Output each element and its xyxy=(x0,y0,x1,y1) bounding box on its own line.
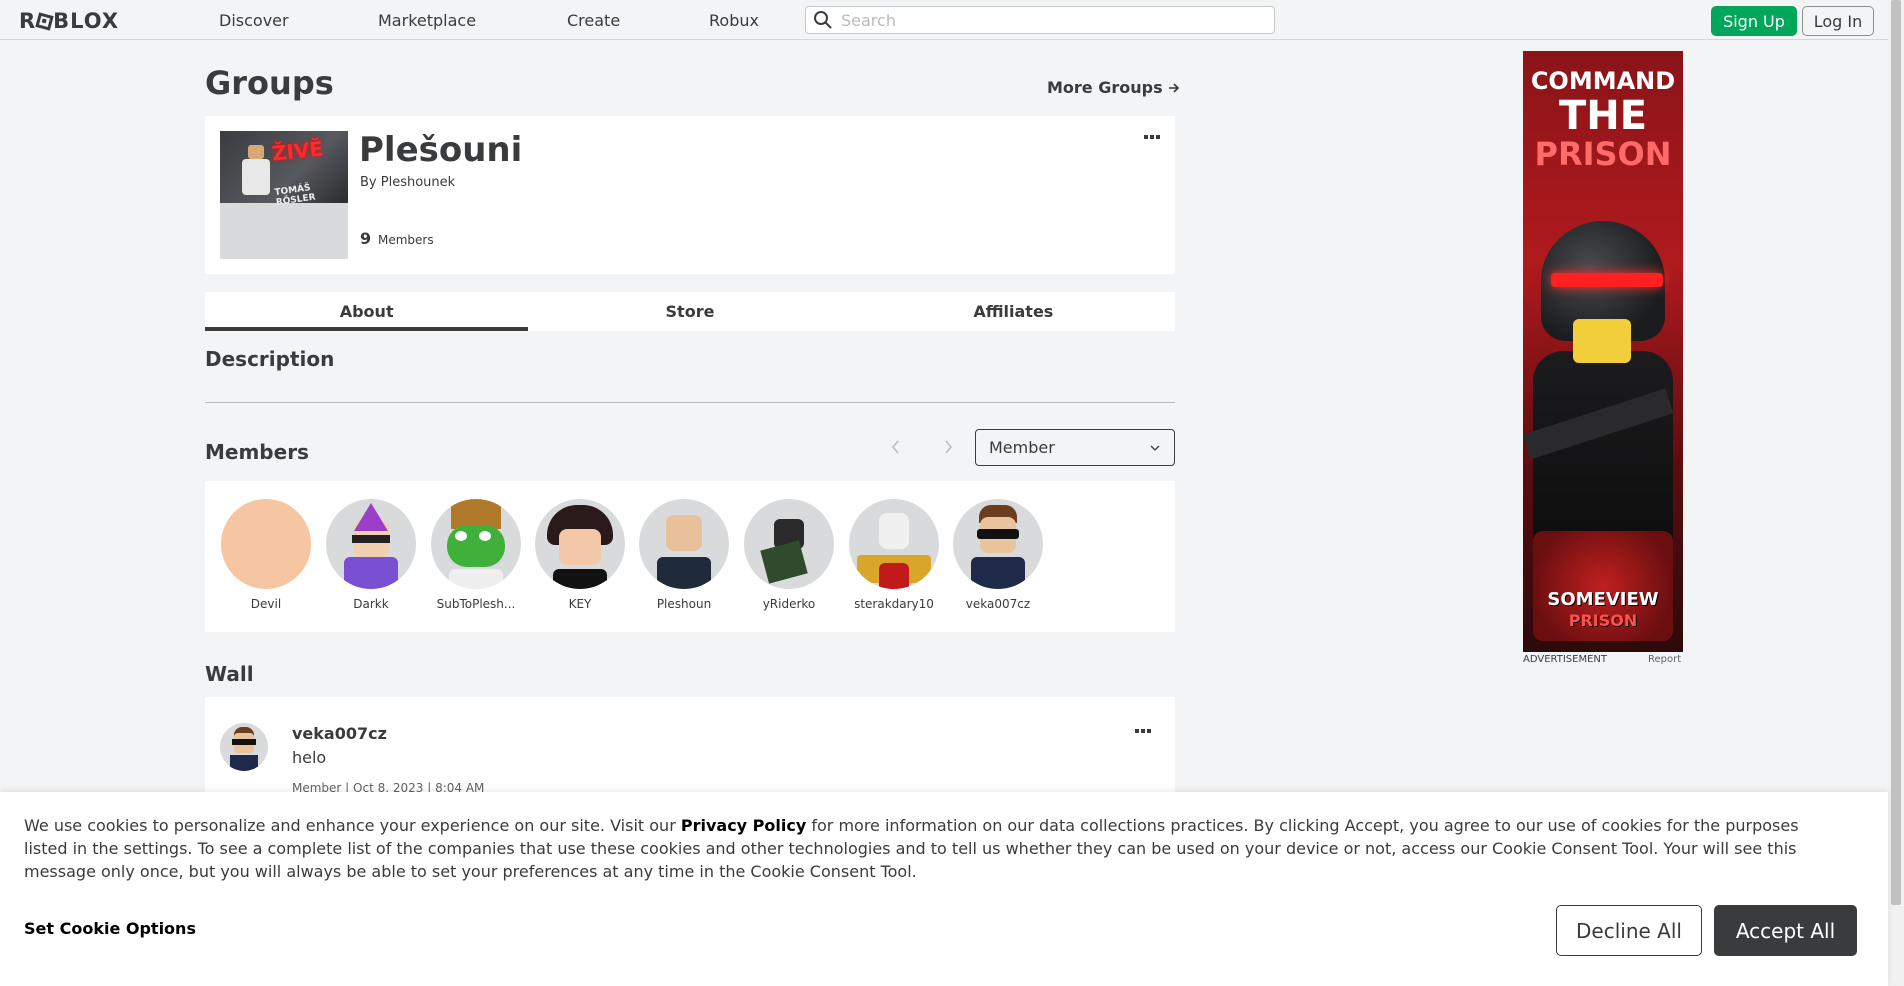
wall-post: veka007cz helo Member | Oct 8, 2023 | 8:… xyxy=(205,697,1175,797)
member-name: Darkk xyxy=(353,597,389,611)
page-scrollbar[interactable] xyxy=(1888,0,1904,986)
member-role-dropdown[interactable]: Member xyxy=(975,429,1175,466)
emblem-figure xyxy=(242,145,270,195)
member-name: Devil xyxy=(250,597,282,611)
more-groups-label: More Groups xyxy=(1047,78,1163,97)
members-title: Members xyxy=(205,440,309,464)
avatar-subtoplesh-icon xyxy=(431,499,521,589)
nav-robux[interactable]: Robux xyxy=(709,11,759,30)
roblox-logo[interactable]: R BLOX xyxy=(19,9,119,33)
ad-character-face xyxy=(1573,319,1631,363)
avatar-pleshoun-icon xyxy=(639,499,729,589)
sign-up-button[interactable]: Sign Up xyxy=(1711,6,1797,36)
ad-game-logo: SOMEVIEW PRISON xyxy=(1533,531,1673,641)
log-in-button[interactable]: Log In xyxy=(1802,6,1874,36)
member-item[interactable]: Darkk xyxy=(323,499,419,611)
avatar-darkk-icon xyxy=(326,499,416,589)
tab-affiliates[interactable]: Affiliates xyxy=(852,292,1175,331)
group-owner-line: By Pleshounek xyxy=(360,175,455,190)
member-name: sterakdary10 xyxy=(854,597,934,611)
group-more-options-icon[interactable] xyxy=(1142,133,1162,141)
decline-all-button[interactable]: Decline All xyxy=(1556,905,1702,956)
wall-title: Wall xyxy=(205,662,254,686)
member-name: veka007cz xyxy=(965,597,1031,611)
more-groups-link[interactable]: More Groups xyxy=(1047,78,1180,97)
group-member-count: 9 Members xyxy=(360,229,434,248)
nav-marketplace[interactable]: Marketplace xyxy=(378,11,476,30)
avatar-devil-icon xyxy=(221,499,311,589)
cookie-consent-text: We use cookies to personalize and enhanc… xyxy=(24,814,1844,883)
group-name: Plešouni xyxy=(359,130,523,170)
group-by-label: By xyxy=(360,175,377,190)
role-selected-value: Member xyxy=(989,438,1055,457)
members-list: Devil Darkk SubToPlesh... KEY Pleshoun y… xyxy=(205,481,1175,632)
chevron-down-icon xyxy=(1150,445,1160,451)
page-title: Groups xyxy=(205,64,334,102)
member-name: yRiderko xyxy=(762,597,816,611)
top-navigation-bar: R BLOX Discover Marketplace Create Robux … xyxy=(0,0,1888,40)
group-header-card: ŽIVĚ TOMÁŠ RÖSLER Plešouni By Pleshounek… xyxy=(205,116,1175,274)
members-next-page-icon[interactable] xyxy=(938,437,958,457)
wall-post-more-options-icon[interactable] xyxy=(1133,727,1153,735)
search-box xyxy=(805,6,1275,34)
ad-headline-3: PRISON xyxy=(1534,135,1672,173)
member-name: SubToPlesh... xyxy=(436,597,516,611)
member-item[interactable]: Pleshoun xyxy=(636,499,732,611)
wall-post-text: helo xyxy=(292,748,327,767)
nav-create[interactable]: Create xyxy=(567,11,620,30)
accept-all-button[interactable]: Accept All xyxy=(1714,905,1857,956)
group-emblem: ŽIVĚ TOMÁŠ RÖSLER xyxy=(220,131,348,259)
avatar-key-icon xyxy=(535,499,625,589)
search-input[interactable] xyxy=(841,10,1261,30)
group-tabs: About Store Affiliates xyxy=(205,292,1175,331)
member-item[interactable]: KEY xyxy=(532,499,628,611)
privacy-policy-link[interactable]: Privacy Policy xyxy=(681,816,806,835)
cookie-consent-banner: We use cookies to personalize and enhanc… xyxy=(0,792,1888,986)
member-count-value: 9 xyxy=(360,229,372,248)
avatar-sterakdary10-icon xyxy=(849,499,939,589)
avatar-veka007cz-icon xyxy=(953,499,1043,589)
member-item[interactable]: sterakdary10 xyxy=(846,499,942,611)
group-emblem-image: ŽIVĚ TOMÁŠ RÖSLER xyxy=(220,131,348,208)
emblem-name: TOMÁŠ RÖSLER xyxy=(273,183,317,208)
ad-headline-2: THE xyxy=(1558,93,1648,139)
tab-store[interactable]: Store xyxy=(528,292,851,331)
ad-logo-line-1: SOMEVIEW xyxy=(1547,589,1659,610)
advertisement-label: ADVERTISEMENT xyxy=(1523,654,1608,665)
ad-headline-1: COMMAND xyxy=(1530,67,1676,95)
member-name: KEY xyxy=(568,597,592,611)
set-cookie-options-link[interactable]: Set Cookie Options xyxy=(24,919,196,938)
group-owner-link[interactable]: Pleshounek xyxy=(381,175,455,190)
nav-discover[interactable]: Discover xyxy=(219,11,289,30)
ad-logo-line-2: PRISON xyxy=(1568,611,1638,630)
wall-post-avatar[interactable] xyxy=(220,723,268,771)
search-icon[interactable] xyxy=(813,10,833,30)
advertisement-banner[interactable]: COMMAND THE PRISON SOMEVIEW PRISON xyxy=(1523,51,1683,652)
member-item[interactable]: veka007cz xyxy=(950,499,1046,611)
arrow-right-icon xyxy=(1169,83,1180,93)
ad-report-link[interactable]: Report xyxy=(1648,654,1681,665)
member-item[interactable]: yRiderko xyxy=(741,499,837,611)
scrollbar-thumb[interactable] xyxy=(1891,0,1901,905)
description-divider xyxy=(205,402,1175,403)
member-item[interactable]: SubToPlesh... xyxy=(428,499,524,611)
wall-post-username[interactable]: veka007cz xyxy=(292,724,387,743)
description-title: Description xyxy=(205,347,335,371)
members-prev-page-icon[interactable] xyxy=(886,437,906,457)
emblem-word: ŽIVĚ xyxy=(270,136,325,166)
member-item[interactable]: Devil xyxy=(218,499,314,611)
logo-o-icon xyxy=(35,12,54,31)
avatar-yriderko-icon xyxy=(744,499,834,589)
cookie-text-before: We use cookies to personalize and enhanc… xyxy=(24,816,681,835)
member-count-label: Members xyxy=(377,233,434,247)
tab-about[interactable]: About xyxy=(205,292,529,331)
member-name: Pleshoun xyxy=(656,597,712,611)
